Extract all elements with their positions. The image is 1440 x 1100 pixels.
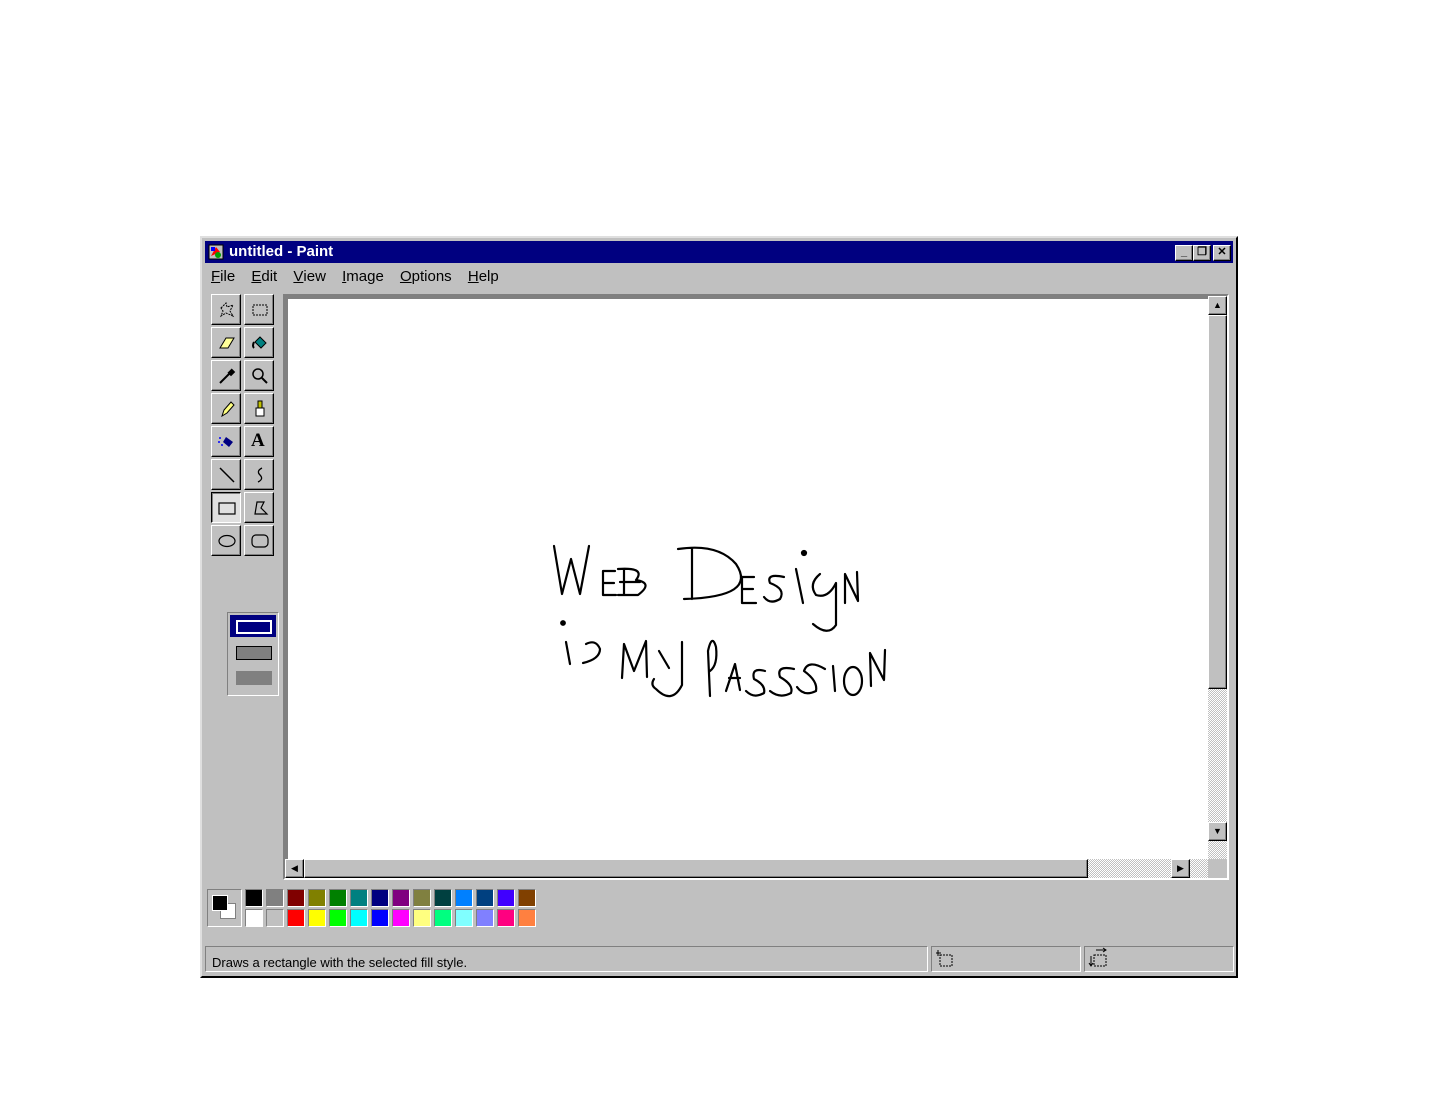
restore-button[interactable]: ❐ <box>1193 245 1211 261</box>
color-swatch[interactable] <box>518 889 536 907</box>
free-form-select-tool[interactable] <box>211 294 241 325</box>
pencil-tool[interactable] <box>211 393 241 424</box>
rect-select-tool[interactable] <box>244 294 274 325</box>
color-swatch[interactable] <box>245 889 263 907</box>
line-icon <box>219 467 235 483</box>
eraser-icon <box>219 337 235 349</box>
polygon-icon <box>254 501 269 515</box>
color-swatch[interactable] <box>287 909 305 927</box>
cursor-position-panel <box>931 946 1081 972</box>
color-swatch[interactable] <box>455 909 473 927</box>
status-bar: Draws a rectangle with the selected fill… <box>205 946 1234 972</box>
color-swatch[interactable] <box>350 909 368 927</box>
color-swatch[interactable] <box>413 889 431 907</box>
eraser-tool[interactable] <box>211 327 241 358</box>
menu-help[interactable]: Help <box>462 265 505 289</box>
current-colors[interactable] <box>207 889 242 927</box>
color-swatch[interactable] <box>266 889 284 907</box>
color-swatch[interactable] <box>434 889 452 907</box>
status-message: Draws a rectangle with the selected fill… <box>205 946 928 972</box>
rectangle-tool[interactable] <box>211 492 241 523</box>
color-swatch[interactable] <box>245 909 263 927</box>
paint-app-icon <box>208 244 224 260</box>
color-swatch[interactable] <box>497 909 515 927</box>
rounded-rect-icon <box>251 534 269 548</box>
text-tool[interactable]: A <box>244 426 274 457</box>
color-swatch[interactable] <box>371 909 389 927</box>
title-bar[interactable]: untitled - Paint _ ❐ ✕ <box>205 241 1233 263</box>
menu-image[interactable]: Image <box>336 265 390 289</box>
cursor-position-icon <box>936 950 953 967</box>
line-tool[interactable] <box>211 459 241 490</box>
rounded-rect-tool[interactable] <box>244 525 274 556</box>
airbrush-icon <box>218 437 233 447</box>
color-swatch[interactable] <box>455 889 473 907</box>
foreground-color-swatch <box>212 895 228 911</box>
scroll-down-button[interactable]: ▼ <box>1208 822 1227 841</box>
pencil-icon <box>221 401 235 418</box>
selection-size-icon <box>1088 947 1107 967</box>
color-swatch[interactable] <box>497 889 515 907</box>
horizontal-scrollbar[interactable]: ◀ ▶ <box>285 859 1209 878</box>
vertical-scroll-thumb[interactable] <box>1208 315 1227 689</box>
color-swatch[interactable] <box>413 909 431 927</box>
canvas-area: ▲ ▼ ◀ ▶ <box>283 294 1229 880</box>
color-swatch[interactable] <box>266 909 284 927</box>
curve-tool[interactable] <box>244 459 274 490</box>
polygon-tool[interactable] <box>244 492 274 523</box>
handwritten-drawing <box>552 544 887 698</box>
menu-options[interactable]: Options <box>394 265 458 289</box>
color-swatch[interactable] <box>308 909 326 927</box>
color-swatch[interactable] <box>434 909 452 927</box>
brush-tool[interactable] <box>244 393 274 424</box>
minimize-button[interactable]: _ <box>1175 245 1193 261</box>
text-icon: A <box>251 430 265 451</box>
magnifier-icon <box>252 368 268 384</box>
rect-select-icon <box>252 304 268 316</box>
fill-bucket-icon <box>252 336 267 349</box>
color-swatch[interactable] <box>329 909 347 927</box>
color-picker-icon <box>219 368 236 384</box>
color-swatch[interactable] <box>329 889 347 907</box>
fill-style-outline[interactable] <box>230 615 276 637</box>
color-swatch[interactable] <box>308 889 326 907</box>
rectangle-icon <box>218 502 236 515</box>
scrollbar-corner <box>1208 859 1227 878</box>
menu-bar: File Edit View Image Options Help <box>205 265 1233 289</box>
color-swatch[interactable] <box>392 889 410 907</box>
color-swatch[interactable] <box>350 889 368 907</box>
paint-window: untitled - Paint _ ❐ ✕ File Edit View Im… <box>200 236 1238 978</box>
color-swatch[interactable] <box>476 909 494 927</box>
horizontal-scroll-thumb[interactable] <box>304 859 1088 878</box>
fill-style-outline-filled[interactable] <box>236 646 272 660</box>
color-swatch[interactable] <box>392 909 410 927</box>
fill-tool[interactable] <box>244 327 274 358</box>
free-form-select-icon <box>219 302 235 318</box>
brush-icon <box>255 400 265 417</box>
color-swatch[interactable] <box>287 889 305 907</box>
airbrush-tool[interactable] <box>211 426 241 457</box>
color-swatch[interactable] <box>518 909 536 927</box>
scroll-up-button[interactable]: ▲ <box>1208 296 1227 315</box>
scroll-left-button[interactable]: ◀ <box>285 859 304 878</box>
color-picker-tool[interactable] <box>211 360 241 391</box>
color-swatch[interactable] <box>371 889 389 907</box>
magnifier-tool[interactable] <box>244 360 274 391</box>
fill-style-box <box>227 612 279 696</box>
menu-edit[interactable]: Edit <box>245 265 283 289</box>
drawing-canvas[interactable] <box>288 299 1208 861</box>
ellipse-tool[interactable] <box>211 525 241 556</box>
color-swatch[interactable] <box>476 889 494 907</box>
selection-size-panel <box>1084 946 1234 972</box>
close-button[interactable]: ✕ <box>1213 245 1231 261</box>
fill-style-filled[interactable] <box>236 671 272 685</box>
menu-view[interactable]: View <box>287 265 332 289</box>
scroll-right-button[interactable]: ▶ <box>1171 859 1190 878</box>
menu-file[interactable]: File <box>205 265 241 289</box>
window-title: untitled - Paint <box>229 243 334 260</box>
ellipse-icon <box>218 534 236 548</box>
curve-icon <box>257 467 263 483</box>
vertical-scrollbar[interactable]: ▲ ▼ <box>1208 296 1227 860</box>
